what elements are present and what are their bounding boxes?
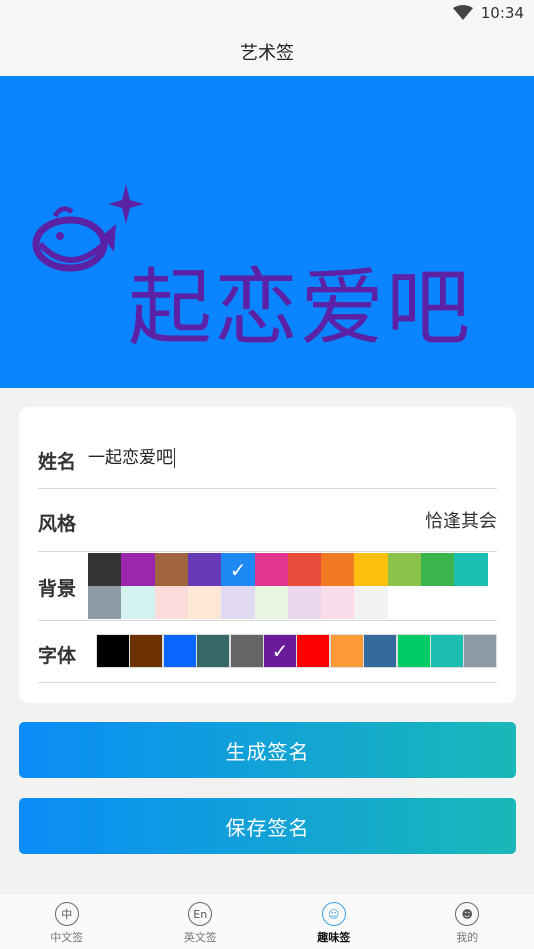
- font-color-swatch[interactable]: [363, 634, 398, 668]
- fun-sign-icon: ☺: [321, 902, 346, 926]
- font-color-swatch[interactable]: [296, 634, 331, 668]
- chinese-sign-icon: 中: [54, 902, 79, 926]
- font-color-swatch[interactable]: [162, 634, 197, 668]
- background-swatch[interactable]: [287, 586, 322, 619]
- signature-text: 起恋爱吧: [128, 259, 473, 357]
- tab-label: 我的: [456, 931, 479, 944]
- tab-label: 中文签: [50, 931, 84, 944]
- style-label: 风格: [38, 513, 77, 535]
- font-color-swatch[interactable]: [463, 634, 498, 668]
- background-swatch[interactable]: [321, 553, 356, 586]
- style-row[interactable]: 风格 恰逢其会: [38, 489, 497, 552]
- name-label: 姓名: [38, 451, 77, 473]
- tab-label: 英文签: [183, 931, 217, 944]
- background-swatch[interactable]: [354, 553, 389, 586]
- background-swatch[interactable]: [287, 553, 322, 586]
- font-row: 字体 ✓: [38, 621, 498, 683]
- background-swatch[interactable]: [254, 553, 289, 586]
- tab-fun-sign[interactable]: ☺ 趣味签: [267, 894, 401, 949]
- background-color-palette: ✓: [88, 553, 489, 619]
- signature-preview: 起恋爱吧: [0, 76, 534, 388]
- english-sign-icon: En: [188, 902, 213, 926]
- tab-label: 趣味签: [317, 931, 351, 944]
- status-bar: 10:34: [0, 0, 534, 28]
- style-value[interactable]: 恰逢其会: [425, 507, 497, 533]
- font-color-swatch[interactable]: [329, 634, 364, 668]
- background-swatch[interactable]: [187, 553, 222, 586]
- background-swatch[interactable]: [154, 586, 189, 619]
- name-value: 一起恋爱吧: [88, 448, 173, 468]
- check-icon: ✓: [271, 639, 289, 663]
- name-input[interactable]: 一起恋爱吧: [88, 443, 468, 468]
- bottom-tab-bar: 中中文签 En 英文签 ☺ 趣味签 ☻ 我的: [0, 893, 534, 949]
- status-time: 10:34: [480, 4, 524, 22]
- tab-profile[interactable]: ☻ 我的: [401, 894, 534, 949]
- background-swatch[interactable]: [454, 553, 489, 586]
- name-row: 姓名 一起恋爱吧: [38, 431, 497, 489]
- background-swatch[interactable]: [187, 586, 222, 619]
- background-swatch[interactable]: [354, 586, 389, 619]
- background-label: 背景: [38, 578, 77, 600]
- wifi-icon: [452, 5, 473, 20]
- background-swatch[interactable]: [254, 586, 289, 619]
- font-color-palette: ✓: [96, 634, 498, 668]
- tab-chinese-sign[interactable]: 中中文签: [0, 894, 134, 949]
- font-color-swatch[interactable]: [430, 634, 464, 668]
- settings-card: 姓名 一起恋爱吧 风格 恰逢其会 背景 ✓ 字体 ✓: [19, 407, 516, 703]
- background-swatch[interactable]: [88, 553, 122, 586]
- background-swatch[interactable]: [88, 586, 122, 619]
- background-swatch[interactable]: [387, 553, 422, 586]
- background-row: 背景 ✓: [38, 552, 497, 621]
- font-color-swatch[interactable]: [96, 634, 130, 668]
- profile-icon: ☻: [455, 902, 480, 926]
- background-swatch[interactable]: [421, 553, 455, 586]
- background-swatch[interactable]: [321, 586, 356, 619]
- background-swatch[interactable]: [154, 553, 189, 586]
- background-swatch[interactable]: [121, 586, 156, 619]
- font-label: 字体: [38, 645, 77, 667]
- font-color-swatch[interactable]: ✓: [263, 634, 297, 668]
- tab-english-sign[interactable]: En 英文签: [134, 894, 268, 949]
- background-swatch[interactable]: [221, 586, 256, 619]
- check-icon: ✓: [229, 557, 247, 582]
- save-signature-button[interactable]: 保存签名: [19, 798, 516, 854]
- font-color-swatch[interactable]: [396, 634, 431, 668]
- background-swatch[interactable]: [121, 553, 156, 586]
- font-color-swatch[interactable]: [196, 634, 231, 668]
- font-color-swatch[interactable]: [129, 634, 164, 668]
- generate-signature-button[interactable]: 生成签名: [19, 722, 516, 778]
- background-swatch[interactable]: ✓: [221, 553, 256, 586]
- page-title: 艺术签: [240, 43, 294, 64]
- app-bar: 艺术签: [0, 28, 534, 76]
- font-color-swatch[interactable]: [229, 634, 264, 668]
- text-caret: [174, 448, 175, 468]
